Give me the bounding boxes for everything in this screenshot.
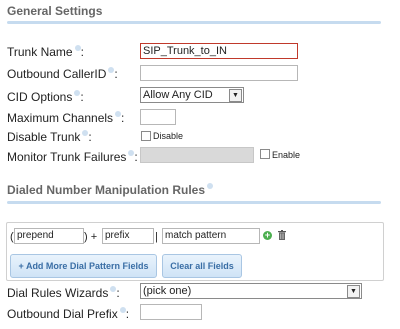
- cid-options-select[interactable]: Allow Any CID ▼: [140, 87, 244, 103]
- outbound-callerid-input[interactable]: [140, 65, 298, 81]
- monitor-failures-checkbox[interactable]: [260, 149, 270, 159]
- trunk-name-label: Trunk Name: [7, 45, 73, 59]
- disable-trunk-checkbox[interactable]: [141, 131, 151, 141]
- outbound-prefix-input[interactable]: [140, 304, 202, 320]
- prefix-input[interactable]: prefix: [102, 228, 154, 244]
- disable-checkbox-label: Disable: [153, 131, 184, 141]
- max-channels-label-row: Maximum Channels:: [7, 111, 125, 125]
- dial-rules-title: Dialed Number Manipulation Rules: [7, 183, 206, 197]
- enable-checkbox-label: Enable: [272, 150, 301, 160]
- chevron-down-icon[interactable]: ▼: [229, 89, 242, 102]
- dial-wizards-label-row: Dial Rules Wizards:: [7, 286, 120, 300]
- disable-trunk-label: Disable Trunk: [7, 130, 81, 144]
- dial-wizards-select[interactable]: (pick one) ▼: [140, 283, 362, 299]
- pipe-separator: |: [155, 231, 158, 243]
- outbound-prefix-label: Outbound Dial Prefix: [7, 307, 118, 321]
- general-settings-title: General Settings: [7, 4, 103, 18]
- general-settings-divider: [7, 21, 381, 24]
- outbound-callerid-label-row: Outbound CallerID:: [7, 67, 118, 81]
- trash-icon[interactable]: [278, 230, 286, 240]
- trunk-name-label-row: Trunk Name:: [7, 45, 84, 59]
- prepend-input[interactable]: prepend: [14, 228, 84, 244]
- outbound-prefix-label-row: Outbound Dial Prefix:: [7, 307, 130, 321]
- chevron-down-icon[interactable]: ▼: [347, 285, 360, 298]
- trunk-name-input[interactable]: SIP_Trunk_to_IN: [140, 43, 298, 59]
- cid-options-value: Allow Any CID: [143, 89, 213, 101]
- add-pattern-icon[interactable]: +: [263, 231, 272, 240]
- max-channels-input[interactable]: [140, 109, 176, 125]
- dial-wizards-value: (pick one): [143, 285, 192, 297]
- add-more-dial-pattern-button[interactable]: + Add More Dial Pattern Fields: [10, 254, 157, 278]
- monitor-failures-label-row: Monitor Trunk Failures:: [7, 150, 138, 164]
- cid-options-label: CID Options: [7, 90, 73, 104]
- dial-rules-title-row: Dialed Number Manipulation Rules: [7, 183, 214, 197]
- dial-wizards-label: Dial Rules Wizards: [7, 286, 109, 300]
- dial-rules-divider: [7, 201, 381, 204]
- monitor-failures-input[interactable]: [140, 147, 254, 163]
- monitor-failures-label: Monitor Trunk Failures: [7, 150, 127, 164]
- outbound-callerid-label: Outbound CallerID: [7, 67, 107, 81]
- max-channels-label: Maximum Channels: [7, 111, 114, 125]
- cid-options-label-row: CID Options:: [7, 90, 84, 104]
- help-icon[interactable]: [207, 183, 214, 189]
- match-pattern-input[interactable]: match pattern: [162, 228, 260, 244]
- disable-trunk-label-row: Disable Trunk:: [7, 130, 92, 144]
- clear-all-fields-button[interactable]: Clear all Fields: [162, 254, 242, 278]
- close-paren-plus: ) +: [84, 231, 98, 243]
